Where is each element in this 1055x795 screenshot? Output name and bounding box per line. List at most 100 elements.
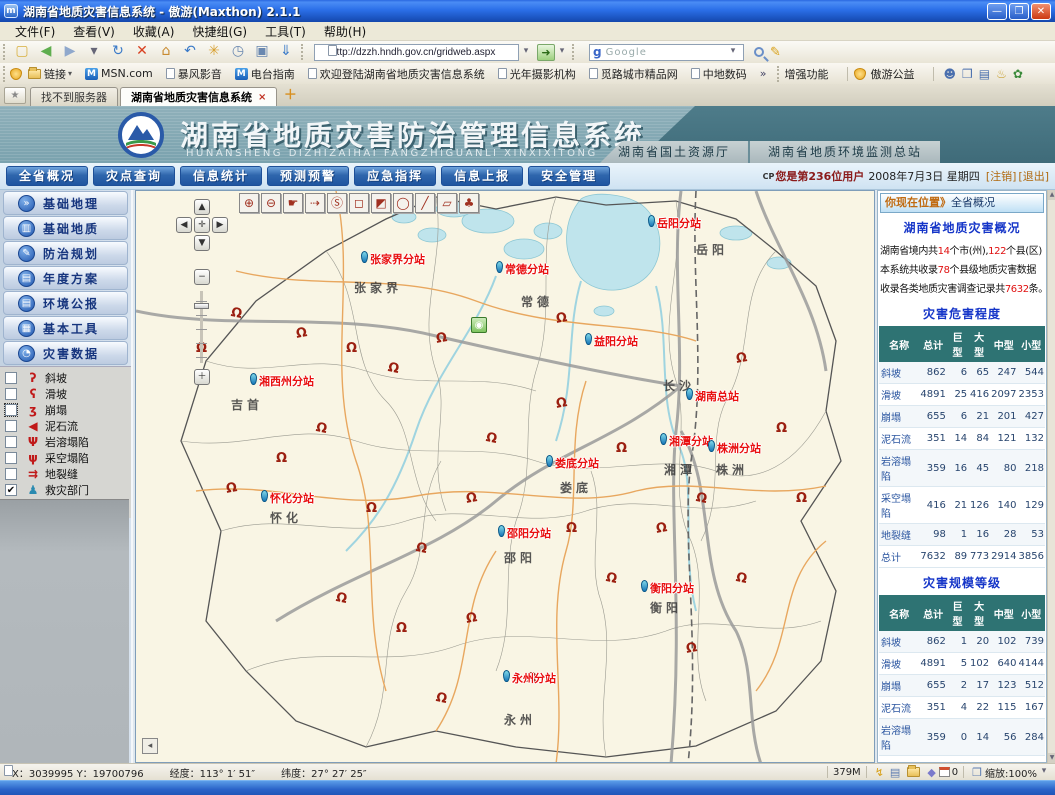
- menu-item-4[interactable]: 工具(T): [256, 21, 315, 42]
- station-marker[interactable]: 娄底分站: [546, 455, 599, 471]
- history-dropdown-button[interactable]: ▾: [83, 43, 105, 61]
- station-marker[interactable]: 湘西州分站: [250, 373, 314, 389]
- bucket-icon[interactable]: ♨: [996, 67, 1007, 81]
- download-button[interactable]: ⇓: [275, 43, 297, 61]
- charity-link[interactable]: 傲游公益: [870, 66, 914, 82]
- folder-icon[interactable]: [907, 767, 920, 777]
- exit-link[interactable]: [退出]: [1018, 168, 1049, 184]
- printer-icon[interactable]: ▤: [890, 766, 900, 779]
- geo-env-station-link[interactable]: 湖南省地质环境监测总站: [750, 141, 940, 163]
- station-marker[interactable]: 邵阳分站: [498, 525, 551, 541]
- pan-south-button[interactable]: ▼: [194, 235, 210, 251]
- page-scrollbar[interactable]: ▲ ▼: [1047, 190, 1055, 763]
- tab-1[interactable]: 湖南省地质灾害信息系统×: [120, 87, 277, 106]
- capture-button[interactable]: ▣: [251, 43, 273, 61]
- zoom-slider-handle[interactable]: [194, 303, 209, 309]
- map-full-extent-button[interactable]: ♣: [459, 193, 479, 213]
- address-dropdown-icon[interactable]: ▾: [520, 43, 532, 61]
- back-button[interactable]: ◀: [35, 43, 57, 61]
- link-item-7[interactable]: 中地数码: [691, 66, 747, 82]
- address-input[interactable]: [314, 44, 519, 61]
- link-item-2[interactable]: 暴风影音: [166, 66, 222, 82]
- window-icon[interactable]: ❒: [962, 67, 973, 81]
- map-zoom-in-button[interactable]: ⊕: [239, 193, 259, 213]
- station-marker[interactable]: 岳阳分站: [648, 215, 701, 231]
- refresh-button[interactable]: ↻: [107, 43, 129, 61]
- nav-tab-4[interactable]: 应急指挥: [354, 166, 436, 186]
- search-engine-dropdown-icon[interactable]: ▾: [727, 43, 739, 61]
- highlighter-icon[interactable]: ✎: [770, 45, 781, 60]
- sidebar-button-6[interactable]: ◔灾害数据: [3, 341, 128, 365]
- extensions-link[interactable]: 增强功能: [784, 66, 828, 82]
- shield-icon[interactable]: [10, 68, 22, 80]
- user-icon[interactable]: ☻: [943, 67, 956, 81]
- minimize-button[interactable]: —: [987, 3, 1007, 20]
- map-measure-button[interactable]: ╱: [415, 193, 435, 213]
- menu-item-2[interactable]: 收藏(A): [124, 21, 184, 42]
- menu-item-0[interactable]: 文件(F): [6, 21, 64, 42]
- pan-west-button[interactable]: ◀: [176, 217, 192, 233]
- links-overflow-icon[interactable]: »: [760, 67, 767, 80]
- scroll-up-icon[interactable]: ▲: [1048, 190, 1055, 200]
- link-item-3[interactable]: M电台指南: [235, 66, 295, 82]
- zoom-dropdown-icon[interactable]: ▾: [1038, 763, 1050, 781]
- nav-tab-5[interactable]: 信息上报: [441, 166, 523, 186]
- maxthon-charity-icon[interactable]: [854, 68, 866, 80]
- link-item-1[interactable]: MMSN.com: [85, 67, 153, 80]
- station-marker[interactable]: 永州分站: [503, 670, 556, 686]
- undo-button[interactable]: ↶: [179, 43, 201, 61]
- go-button[interactable]: ➜: [537, 44, 555, 61]
- sidebar-button-0[interactable]: »基础地理: [3, 191, 128, 215]
- station-marker[interactable]: 益阳分站: [585, 333, 638, 349]
- layer-checkbox[interactable]: [5, 372, 17, 384]
- tab-0[interactable]: 找不到服务器: [30, 87, 118, 106]
- plugin-icon[interactable]: ✿: [1013, 67, 1023, 81]
- pan-east-button[interactable]: ▶: [212, 217, 228, 233]
- link-item-5[interactable]: 光年摄影机构: [498, 66, 576, 82]
- sidebar-button-5[interactable]: ▦基本工具: [3, 316, 128, 340]
- nav-tab-1[interactable]: 灾点查询: [93, 166, 175, 186]
- station-marker[interactable]: 株洲分站: [708, 440, 761, 456]
- layer-checkbox[interactable]: [5, 388, 17, 400]
- nav-tab-3[interactable]: 预测预警: [267, 166, 349, 186]
- home-button[interactable]: ⌂: [155, 43, 177, 61]
- zoom-slider[interactable]: [200, 291, 210, 363]
- maximize-button[interactable]: ❐: [1009, 3, 1029, 20]
- map-pan-button[interactable]: ☛: [283, 193, 303, 213]
- nav-tab-2[interactable]: 信息统计: [180, 166, 262, 186]
- zoom-in-step-button[interactable]: ＋: [194, 369, 210, 385]
- layer-checkbox[interactable]: ✔: [5, 484, 17, 496]
- station-marker[interactable]: 怀化分站: [261, 490, 314, 506]
- map-eraser-button[interactable]: ▱: [437, 193, 457, 213]
- map-canvas[interactable]: ▲ ◀ ✛ ▶ ▼ − ＋ ⊕⊖☛⇢Ⓢ◻◩◯╱▱♣ ◉ ◂: [135, 190, 875, 763]
- sidebar-button-1[interactable]: ▥基础地质: [3, 216, 128, 240]
- layer-checkbox[interactable]: [5, 452, 17, 464]
- land-resources-link[interactable]: 湖南省国土资源厅: [600, 141, 748, 163]
- layer-checkbox[interactable]: [5, 468, 17, 480]
- logout-link[interactable]: [注销]: [986, 168, 1017, 184]
- tab-close-icon[interactable]: ×: [258, 92, 266, 103]
- new-page-button[interactable]: ▢: [11, 43, 33, 61]
- search-box[interactable]: g Google ▾: [589, 44, 744, 61]
- map-select-rect-button[interactable]: ◻: [349, 193, 369, 213]
- sidebar-button-4[interactable]: ▤环境公报: [3, 291, 128, 315]
- link-item-4[interactable]: 欢迎登陆湖南省地质灾害信息系统: [308, 66, 485, 82]
- map-select-s-button[interactable]: Ⓢ: [327, 193, 347, 213]
- boost-icon[interactable]: ↯: [875, 766, 884, 779]
- menu-item-1[interactable]: 查看(V): [64, 21, 124, 42]
- close-button[interactable]: ✕: [1031, 3, 1051, 20]
- map-zoom-out-button[interactable]: ⊖: [261, 193, 281, 213]
- stop-button[interactable]: ✕: [131, 43, 153, 61]
- link-item-6[interactable]: 觅路城市精品网: [589, 66, 678, 82]
- blocked-popup-counter[interactable]: 0: [939, 767, 958, 778]
- station-marker[interactable]: 湘潭分站: [660, 433, 713, 449]
- gps-locate-button[interactable]: ◉: [471, 317, 487, 333]
- search-icon[interactable]: [754, 47, 764, 57]
- pan-center-button[interactable]: ✛: [194, 217, 210, 233]
- diamond-icon[interactable]: ◆: [927, 766, 935, 779]
- link-item-0[interactable]: 链接▾: [28, 66, 72, 82]
- new-tab-button[interactable]: ＋: [281, 88, 299, 104]
- resize-icon[interactable]: ❒: [972, 766, 982, 779]
- station-marker[interactable]: 湖南总站: [686, 388, 739, 404]
- layer-checkbox[interactable]: [5, 404, 17, 416]
